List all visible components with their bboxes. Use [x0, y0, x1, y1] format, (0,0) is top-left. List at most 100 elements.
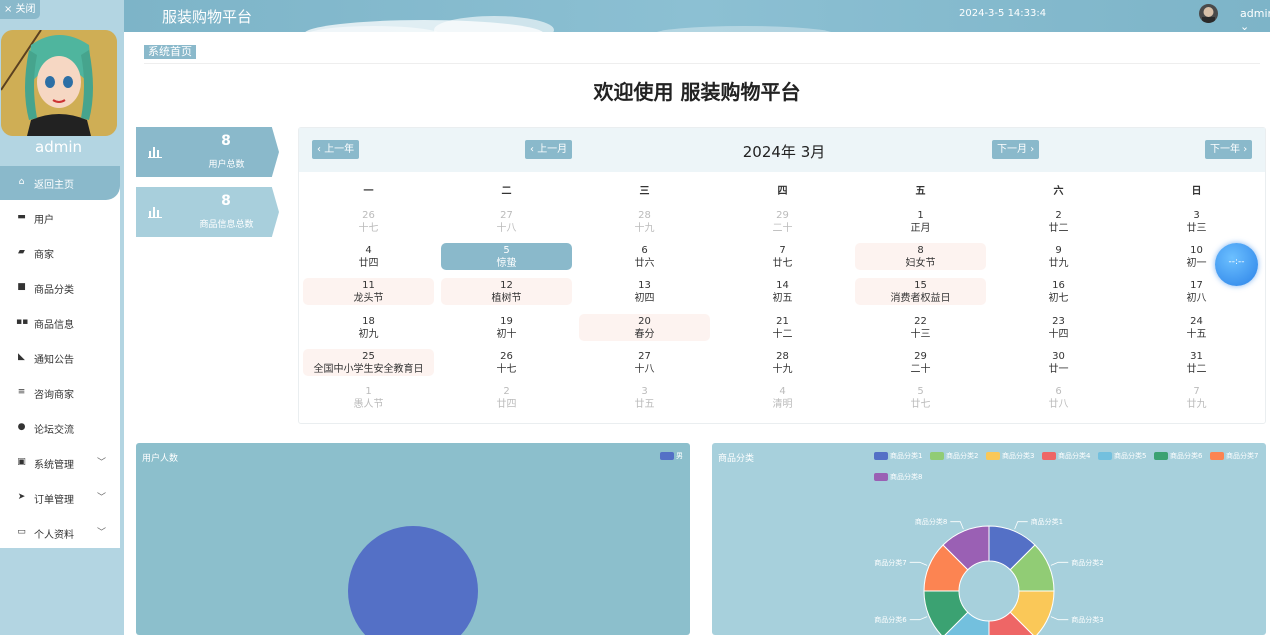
calendar-day[interactable]: 13 初四: [579, 278, 710, 305]
day-number: 3: [1193, 210, 1200, 221]
header-user-menu[interactable]: admin ⌄: [1240, 7, 1270, 32]
next-year-button[interactable]: 下一年 ›: [1205, 140, 1253, 159]
calendar-day[interactable]: 28 十九: [717, 349, 848, 376]
calendar-day[interactable]: 31 廿二: [1131, 349, 1262, 376]
calendar-day[interactable]: 3 廿三: [1131, 208, 1262, 235]
calendar-day[interactable]: 24 十五: [1131, 314, 1262, 341]
calendar-day[interactable]: 28 十九: [579, 208, 710, 235]
calendar-day[interactable]: 23 十四: [993, 314, 1124, 341]
menu-item-system[interactable]: ▣ 系统管理 ﹀: [0, 446, 120, 480]
calendar-day[interactable]: 29 二十: [855, 349, 986, 376]
floating-clock-button[interactable]: --:--: [1215, 243, 1258, 286]
calendar-day[interactable]: 6 廿六: [579, 243, 710, 270]
calendar-day[interactable]: 26 十七: [303, 208, 434, 235]
menu-item-consult[interactable]: ≡ 咨询商家: [0, 376, 120, 410]
calendar-day[interactable]: 27 十八: [441, 208, 572, 235]
day-lunar-label: 十九: [772, 364, 793, 375]
calendar-day[interactable]: 2 廿二: [993, 208, 1124, 235]
calendar-day[interactable]: 16 初七: [993, 278, 1124, 305]
day-number: 16: [1052, 280, 1065, 291]
calendar-day[interactable]: 3 廿五: [579, 384, 710, 411]
settings-icon: ▣: [17, 457, 26, 467]
menu-item-forum[interactable]: ● 论坛交流: [0, 411, 120, 445]
calendar-day[interactable]: 25 全国中小学生安全教育日: [303, 349, 434, 376]
calendar-day[interactable]: 15 消费者权益日: [855, 278, 986, 305]
menu-item-orders[interactable]: ➤ 订单管理 ﹀: [0, 481, 120, 515]
calendar-day[interactable]: 18 初九: [303, 314, 434, 341]
day-number: 5: [917, 386, 924, 397]
day-number: 31: [1190, 351, 1203, 362]
calendar-day[interactable]: 6 廿八: [993, 384, 1124, 411]
prev-year-button[interactable]: ‹ 上一年: [312, 140, 360, 159]
calendar-day[interactable]: 2 廿四: [441, 384, 572, 411]
day-number: 19: [500, 316, 513, 327]
header-avatar[interactable]: [1199, 4, 1218, 23]
calendar-day[interactable]: 4 廿四: [303, 243, 434, 270]
calendar-day[interactable]: 8 妇女节: [855, 243, 986, 270]
day-number: 2: [503, 386, 510, 397]
day-lunar-label: 廿二: [1186, 364, 1207, 375]
slice-label-line: [950, 521, 964, 530]
calendar-day[interactable]: 20 春分: [579, 314, 710, 341]
sidebar-menu: ⌂ 返回主页 ▬ 用户 ▰ 商家 ■ 商品分类 ▪▪ 商品信息 ◣ 通知公告 ≡ 咨询商家 ●…: [0, 166, 120, 548]
menu-item-category[interactable]: ■ 商品分类: [0, 271, 120, 305]
calendar-day[interactable]: 9 廿九: [993, 243, 1124, 270]
home-icon: ⌂: [18, 177, 25, 187]
calendar-day[interactable]: 4 清明: [717, 384, 848, 411]
profile-icon: ▭: [17, 527, 26, 537]
day-number: 7: [779, 245, 786, 256]
prev-month-button[interactable]: ‹ 上一月: [525, 140, 573, 159]
calendar-day[interactable]: 11 龙头节: [303, 278, 434, 305]
chevron-left-icon: ‹: [530, 144, 534, 155]
calendar-day[interactable]: 22 十三: [855, 314, 986, 341]
calendar-day[interactable]: 5 廿七: [855, 384, 986, 411]
weekday-label: 日: [1191, 186, 1202, 197]
chevron-right-icon: ›: [1243, 144, 1248, 155]
pie-slice[interactable]: [348, 526, 478, 635]
slice-label: 商品分类3: [1071, 615, 1103, 624]
day-lunar-label: 初七: [1048, 293, 1069, 304]
day-number: 22: [914, 316, 927, 327]
calendar-day[interactable]: 7 廿七: [717, 243, 848, 270]
next-month-button[interactable]: 下一月 ›: [992, 140, 1040, 159]
calendar-day[interactable]: 30 廿一: [993, 349, 1124, 376]
chevron-down-icon: ﹀: [97, 493, 107, 503]
calendar-day[interactable]: 12 植树节: [441, 278, 572, 305]
menu-item-shop[interactable]: ▰ 商家: [0, 236, 120, 270]
day-number: 5: [503, 245, 510, 256]
menu-item-home[interactable]: ⌂ 返回主页: [0, 166, 120, 200]
close-sidebar-button[interactable]: × 关闭: [0, 0, 40, 19]
day-number: 1: [917, 210, 924, 221]
day-number: 12: [500, 280, 513, 291]
day-lunar-label: 十七: [496, 364, 517, 375]
user-count-chart: 用户人数 男: [136, 443, 690, 635]
calendar-day[interactable]: 14 初五: [717, 278, 848, 305]
day-number: 26: [500, 351, 513, 362]
top-header: 服装购物平台 2024-3-5 14:33:4 admin ⌄: [124, 0, 1270, 32]
menu-item-products[interactable]: ▪▪ 商品信息: [0, 306, 120, 340]
day-lunar-label: 廿三: [1186, 223, 1207, 234]
day-lunar-label: 廿七: [772, 258, 793, 269]
calendar-day[interactable]: 26 十七: [441, 349, 572, 376]
calendar-day[interactable]: 29 二十: [717, 208, 848, 235]
menu-item-users[interactable]: ▬ 用户: [0, 201, 120, 235]
breadcrumb-divider: [144, 63, 1260, 64]
calendar-day[interactable]: 1 正月: [855, 208, 986, 235]
calendar-day[interactable]: 27 十八: [579, 349, 710, 376]
calendar-day[interactable]: 21 十二: [717, 314, 848, 341]
menu-item-notice[interactable]: ◣ 通知公告: [0, 341, 120, 375]
weekday-label: 二: [501, 186, 512, 197]
day-number: 25: [362, 351, 375, 362]
day-number: 1: [365, 386, 372, 397]
breadcrumb[interactable]: 系统首页: [144, 45, 196, 59]
calendar-day[interactable]: 19 初十: [441, 314, 572, 341]
day-lunar-label: 十七: [358, 223, 379, 234]
weekday-label: 五: [915, 186, 926, 197]
menu-item-profile[interactable]: ▭ 个人资料 ﹀: [0, 516, 120, 550]
calendar-day[interactable]: 7 廿九: [1131, 384, 1262, 411]
grid-icon: ▪▪: [16, 317, 29, 327]
day-lunar-label: 初五: [772, 293, 793, 304]
calendar-day[interactable]: 1 愚人节: [303, 384, 434, 411]
day-number: 27: [500, 210, 513, 221]
calendar-day[interactable]: 5 惊蛰: [441, 243, 572, 270]
